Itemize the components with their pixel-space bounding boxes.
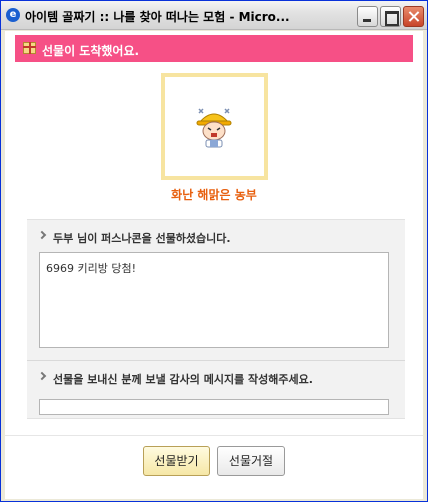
farmer-character-icon — [196, 108, 232, 148]
dialog-content: 선물이 도착했어요. 화난 해맑은 농부 두부 님이 퍼스나콘을 선물하셨습니다… — [5, 31, 423, 499]
maximize-icon — [381, 7, 400, 26]
item-name: 화난 해맑은 농부 — [171, 188, 257, 202]
close-button[interactable] — [403, 6, 424, 27]
minimize-icon — [358, 7, 377, 26]
reply-heading: 선물을 보내신 분께 보낼 감사의 메시지를 작성해주세요. — [53, 373, 313, 386]
gift-message-text: 6969 키리방 당첨! — [39, 252, 389, 348]
reject-gift-button[interactable]: 선물거절 — [217, 446, 285, 476]
gift-icon — [23, 42, 36, 54]
window-title: 아이템 골짜기 :: 나를 찾아 떠나는 모험 - Micro... — [25, 10, 290, 24]
ie-icon: e — [6, 8, 20, 22]
dialog-footer: 선물받기 선물거절 — [5, 435, 423, 499]
notice-banner: 선물이 도착했어요. — [15, 35, 413, 62]
maximize-button[interactable] — [380, 6, 401, 27]
minimize-button[interactable] — [357, 6, 378, 27]
banner-text: 선물이 도착했어요. — [42, 44, 140, 58]
gift-window: e 아이템 골짜기 :: 나를 찾아 떠나는 모험 - Micro... 선물이… — [0, 0, 428, 502]
gift-message-section: 두부 님이 퍼스나콘을 선물하셨습니다. 6969 키리방 당첨! — [27, 219, 405, 361]
close-icon — [404, 7, 423, 26]
thank-you-message-input[interactable] — [39, 399, 389, 415]
reply-section: 선물을 보내신 분께 보낼 감사의 메시지를 작성해주세요. — [27, 361, 405, 419]
item-image-frame — [161, 73, 268, 180]
title-bar[interactable]: e 아이템 골짜기 :: 나를 찾아 떠나는 모험 - Micro... — [1, 1, 427, 30]
accept-gift-button[interactable]: 선물받기 — [143, 446, 210, 476]
gift-message-heading: 두부 님이 퍼스나콘을 선물하셨습니다. — [53, 232, 231, 245]
